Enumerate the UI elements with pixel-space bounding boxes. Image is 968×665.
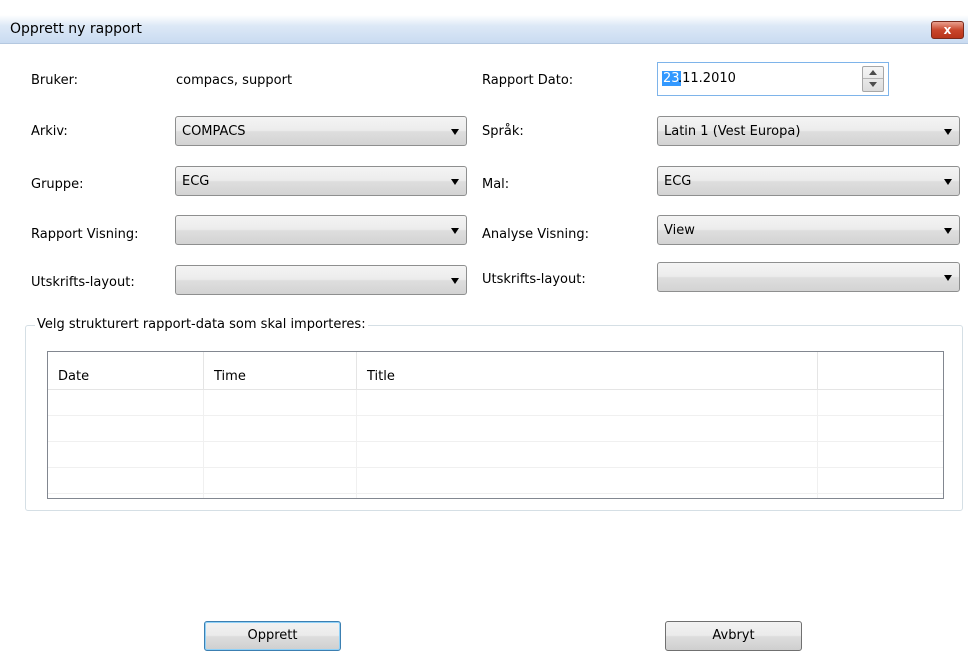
spin-up-button[interactable] bbox=[863, 67, 883, 79]
arrow-down-icon bbox=[869, 82, 877, 87]
user-value: compacs, support bbox=[176, 73, 293, 88]
column-header-date[interactable]: Date bbox=[48, 352, 204, 390]
chevron-down-icon bbox=[451, 228, 459, 234]
group-selected: ECG bbox=[182, 174, 210, 189]
chevron-down-icon bbox=[451, 278, 459, 284]
template-selected: ECG bbox=[664, 174, 692, 189]
archive-label: Arkiv: bbox=[31, 124, 68, 139]
report-view-dropdown[interactable] bbox=[175, 215, 467, 245]
print-layout-dropdown-right[interactable] bbox=[657, 262, 960, 292]
report-date-label: Rapport Dato: bbox=[482, 73, 574, 88]
table-row[interactable] bbox=[48, 416, 943, 442]
table-row[interactable] bbox=[48, 390, 943, 416]
column-divider bbox=[203, 390, 204, 498]
template-label: Mal: bbox=[482, 177, 510, 192]
chevron-down-icon bbox=[451, 179, 459, 185]
report-data-table[interactable]: Date Time Title bbox=[47, 351, 944, 499]
column-header-time[interactable]: Time bbox=[204, 352, 357, 390]
report-view-label: Rapport Visning: bbox=[31, 227, 139, 242]
chevron-down-icon bbox=[944, 275, 952, 281]
title-bar: Opprett ny rapport x bbox=[0, 0, 968, 44]
chevron-down-icon bbox=[451, 129, 459, 135]
spin-down-button[interactable] bbox=[863, 79, 883, 91]
report-date-rest[interactable]: .11.2010 bbox=[678, 71, 736, 86]
language-selected: Latin 1 (Vest Europa) bbox=[664, 124, 801, 139]
cancel-button[interactable]: Avbryt bbox=[665, 621, 802, 651]
chevron-down-icon bbox=[944, 228, 952, 234]
table-header: Date Time Title bbox=[48, 352, 943, 390]
report-date-picker[interactable]: 23 .11.2010 bbox=[657, 62, 889, 96]
column-header-title[interactable]: Title bbox=[357, 352, 818, 390]
close-icon: x bbox=[943, 23, 952, 37]
table-row[interactable] bbox=[48, 442, 943, 468]
print-layout-label-left: Utskrifts-layout: bbox=[31, 275, 135, 290]
analysis-view-dropdown[interactable]: View bbox=[657, 215, 960, 245]
arrow-up-icon bbox=[869, 70, 877, 75]
template-dropdown[interactable]: ECG bbox=[657, 166, 960, 196]
language-dropdown[interactable]: Latin 1 (Vest Europa) bbox=[657, 116, 960, 146]
print-layout-label-right: Utskrifts-layout: bbox=[482, 272, 586, 287]
archive-selected: COMPACS bbox=[182, 124, 246, 139]
language-label: Språk: bbox=[482, 124, 524, 139]
analysis-view-label: Analyse Visning: bbox=[482, 227, 590, 242]
column-divider bbox=[356, 390, 357, 498]
date-spinner[interactable] bbox=[862, 66, 884, 92]
close-button[interactable]: x bbox=[931, 21, 964, 39]
window-title: Opprett ny rapport bbox=[10, 21, 142, 37]
archive-dropdown[interactable]: COMPACS bbox=[175, 116, 467, 146]
table-row[interactable] bbox=[48, 468, 943, 494]
user-label: Bruker: bbox=[31, 73, 79, 88]
column-divider bbox=[817, 390, 818, 498]
chevron-down-icon bbox=[944, 179, 952, 185]
column-header-extra[interactable] bbox=[818, 352, 943, 390]
import-group-legend: Velg strukturert rapport-data som skal i… bbox=[35, 317, 368, 332]
group-dropdown[interactable]: ECG bbox=[175, 166, 467, 196]
create-button[interactable]: Opprett bbox=[204, 621, 341, 651]
chevron-down-icon bbox=[944, 129, 952, 135]
analysis-view-selected: View bbox=[664, 223, 695, 238]
group-label: Gruppe: bbox=[31, 177, 84, 192]
print-layout-dropdown-left[interactable] bbox=[175, 265, 467, 295]
